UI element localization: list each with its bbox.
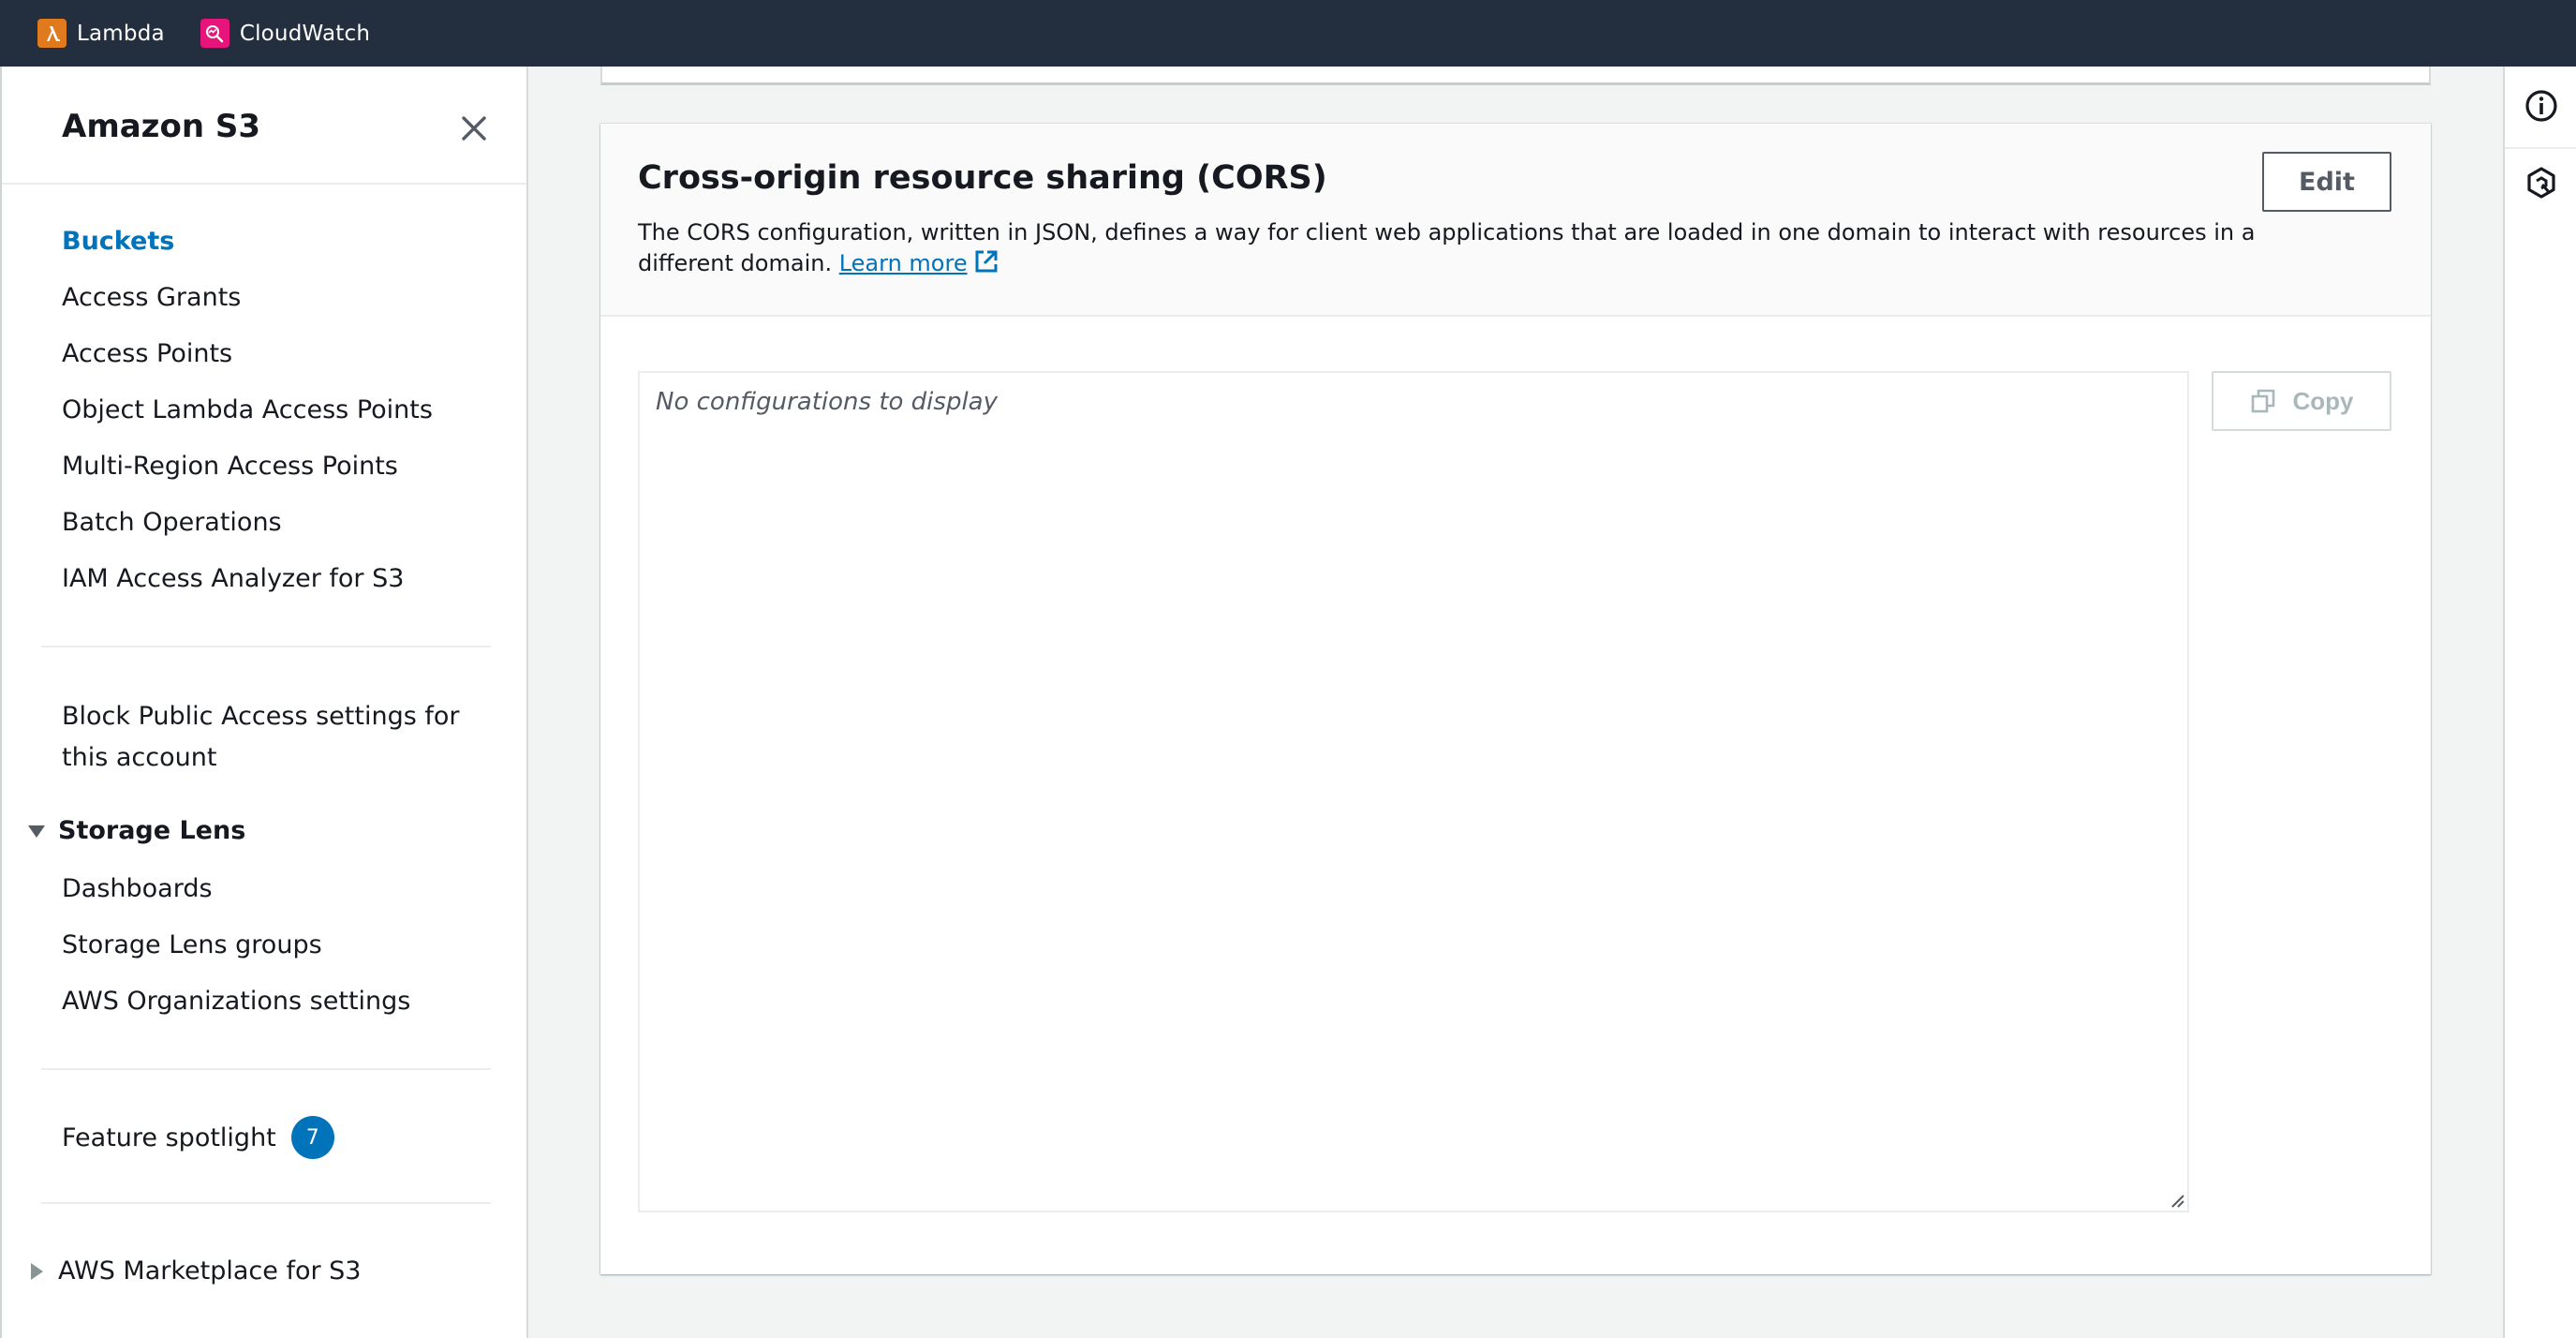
utility-rail [2503,67,2576,1338]
storage-lens-label: Storage Lens [58,816,246,845]
sidebar-item-dashboards[interactable]: Dashboards [62,874,213,903]
services-bar: Lambda CloudWatch [0,0,2576,67]
side-navigation: Amazon S3 Buckets Access Grants Access P… [0,67,528,1338]
sidebar-item-feature-spotlight[interactable]: Feature spotlight 7 [62,1116,334,1159]
previous-panel-edge [600,67,2431,85]
nav-header: Amazon S3 [2,67,526,185]
panel-header: Cross-origin resource sharing (CORS) Edi… [600,124,2431,317]
nav-divider [41,1202,491,1204]
sidebar-item-object-lambda-access-points[interactable]: Object Lambda Access Points [62,395,433,424]
edit-button[interactable]: Edit [2262,152,2391,212]
lambda-icon [37,19,67,48]
service-shortcut-cloudwatch[interactable]: CloudWatch [200,19,370,48]
panel-title: Cross-origin resource sharing (CORS) [638,159,1327,197]
cors-config-code-viewer[interactable]: No configurations to display [638,371,2189,1212]
copy-icon [2251,389,2274,413]
feature-spotlight-label: Feature spotlight [62,1122,276,1152]
aws-marketplace-label: AWS Marketplace for S3 [58,1256,362,1286]
sidebar-section-aws-marketplace[interactable]: AWS Marketplace for S3 [26,1256,361,1286]
sidebar-item-iam-access-analyzer[interactable]: IAM Access Analyzer for S3 [62,564,404,593]
sidebar-item-multi-region-access-points[interactable]: Multi-Region Access Points [62,452,398,481]
panel-description: The CORS configuration, written in JSON,… [638,217,2324,279]
nav-divider [41,646,491,647]
sidebar-item-access-points[interactable]: Access Points [62,339,232,368]
sidebar-item-buckets[interactable]: Buckets [62,227,174,256]
block-public-access-line1: Block Public Access settings for [62,702,460,731]
nav-title: Amazon S3 [62,108,261,145]
caret-right-icon [31,1262,43,1280]
sidebar-section-storage-lens[interactable]: Storage Lens [26,816,245,845]
sidebar-item-access-grants[interactable]: Access Grants [62,283,241,312]
cors-panel: Cross-origin resource sharing (CORS) Edi… [600,124,2431,1274]
service-label-cloudwatch: CloudWatch [239,21,371,46]
copy-label: Copy [2292,386,2354,415]
close-icon[interactable] [455,110,493,147]
sidebar-item-aws-organizations-settings[interactable]: AWS Organizations settings [62,987,410,1016]
service-label-lambda: Lambda [77,21,165,46]
sidebar-item-block-public-access[interactable]: Block Public Access settings for this ac… [62,696,460,779]
learn-more-label: Learn more [838,250,968,276]
nav-divider [41,1068,491,1070]
sidebar-item-batch-operations[interactable]: Batch Operations [62,508,282,537]
sidebar-item-storage-lens-groups[interactable]: Storage Lens groups [62,930,322,959]
info-icon[interactable] [2523,87,2560,125]
external-link-icon [975,250,998,273]
copy-button[interactable]: Copy [2212,371,2391,431]
rail-divider [2505,147,2576,149]
amazon-q-icon[interactable] [2523,164,2560,201]
learn-more-link[interactable]: Learn more [839,250,999,276]
block-public-access-line2: this account [62,743,217,772]
caret-down-icon [28,825,45,838]
notification-count-badge: 7 [290,1116,334,1159]
code-placeholder: No configurations to display [656,388,999,416]
resize-grip-icon[interactable] [2167,1190,2185,1209]
service-shortcut-lambda[interactable]: Lambda [37,19,165,48]
cloudwatch-icon [200,19,229,48]
